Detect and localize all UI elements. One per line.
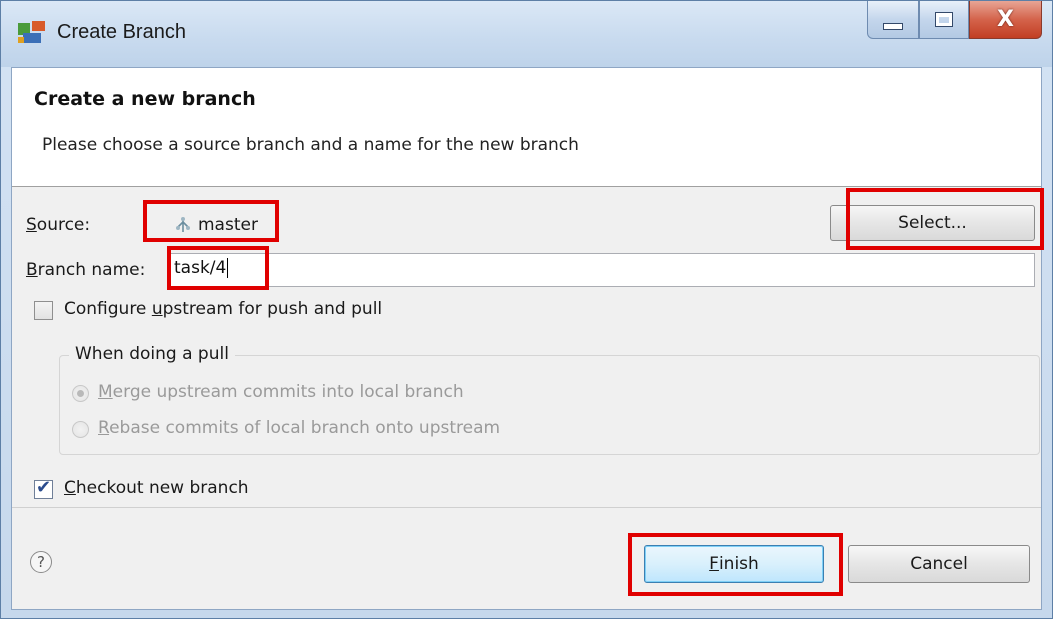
merge-upstream-label[interactable]: Merge upstream commits into local branch xyxy=(98,382,464,402)
banner-title: Create a new branch xyxy=(34,88,256,110)
configure-upstream-label[interactable]: Configure upstream for push and pull xyxy=(64,299,382,319)
configure-upstream-label-before: Configure xyxy=(64,299,152,319)
dialog-banner: Create a new branch Please choose a sour… xyxy=(12,68,1041,187)
checkmark-icon: ✔ xyxy=(36,477,52,498)
close-button[interactable]: X xyxy=(969,1,1042,39)
window-title: Create Branch xyxy=(57,21,186,43)
maximize-button[interactable] xyxy=(919,1,969,39)
branch-name-label: Branch name: xyxy=(26,260,145,280)
minimize-icon xyxy=(883,23,903,30)
source-label: Source: xyxy=(26,215,90,235)
finish-rest: inish xyxy=(718,554,759,574)
source-value: master xyxy=(174,215,258,235)
branch-icon xyxy=(176,217,190,232)
rebase-label[interactable]: Rebase commits of local branch onto upst… xyxy=(98,418,500,438)
checkout-mnemonic: C xyxy=(64,478,76,498)
select-source-button[interactable]: Select... xyxy=(830,205,1035,241)
close-icon: X xyxy=(997,7,1014,32)
dialog-body: Create a new branch Please choose a sour… xyxy=(11,67,1042,610)
branch-name-input[interactable]: task/4 xyxy=(167,253,1035,287)
pull-options-group xyxy=(59,355,1040,455)
checkout-new-branch-checkbox[interactable]: ✔ xyxy=(34,477,53,499)
branch-name-label-mnemonic: B xyxy=(26,260,38,280)
source-label-mnemonic: S xyxy=(26,215,37,235)
merge-upstream-radio[interactable] xyxy=(72,385,89,402)
git-repository-icon xyxy=(18,21,45,43)
merge-upstream-rest: erge upstream commits into local branch xyxy=(112,382,464,402)
maximize-icon xyxy=(936,13,952,26)
cancel-button[interactable]: Cancel xyxy=(848,545,1030,583)
configure-upstream-label-mnemonic: u xyxy=(151,299,163,319)
rebase-rest: ebase commits of local branch onto upstr… xyxy=(109,418,501,438)
banner-description: Please choose a source branch and a name… xyxy=(42,135,579,155)
footer-separator xyxy=(12,507,1041,508)
create-branch-window: Create Branch X Create a new branch Plea… xyxy=(0,0,1053,619)
source-branch-name: master xyxy=(198,215,258,235)
pull-group-title: When doing a pull xyxy=(69,344,235,364)
configure-upstream-label-after: pstream for push and pull xyxy=(162,299,383,319)
source-label-rest: ource: xyxy=(36,215,91,235)
text-caret xyxy=(227,258,229,278)
checkout-rest: heckout new branch xyxy=(75,478,249,498)
branch-name-label-rest: ranch name: xyxy=(37,260,146,280)
title-bar[interactable]: Create Branch X xyxy=(1,1,1052,67)
minimize-button[interactable] xyxy=(867,1,919,39)
checkout-new-branch-label[interactable]: Checkout new branch xyxy=(64,478,249,498)
finish-button[interactable]: Finish xyxy=(644,545,824,583)
configure-upstream-checkbox[interactable] xyxy=(34,301,53,320)
branch-name-value: task/4 xyxy=(174,258,227,278)
rebase-radio[interactable] xyxy=(72,421,89,438)
finish-mnemonic: F xyxy=(709,554,719,574)
merge-upstream-mnemonic: M xyxy=(98,382,113,402)
rebase-mnemonic: R xyxy=(98,418,110,438)
help-icon[interactable]: ? xyxy=(30,551,52,573)
